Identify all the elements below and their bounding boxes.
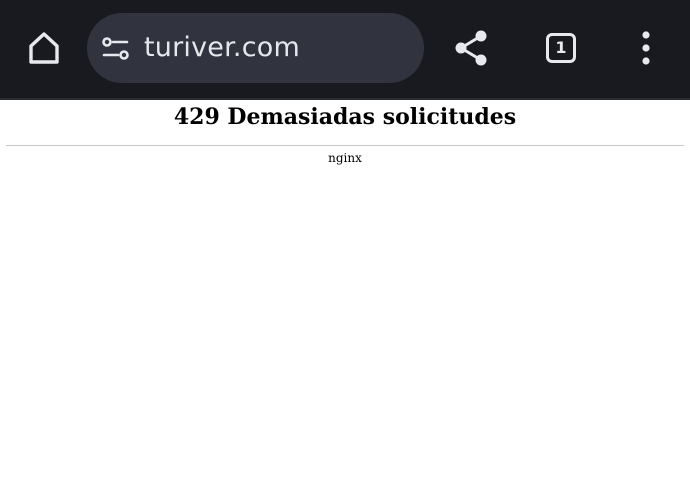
address-bar[interactable]: turiver.com: [87, 13, 424, 83]
tune-icon[interactable]: [101, 34, 131, 64]
address-bar-url[interactable]: turiver.com: [144, 13, 300, 83]
divider: [6, 145, 684, 146]
share-button[interactable]: [444, 22, 498, 74]
menu-button[interactable]: [626, 22, 666, 74]
server-name: nginx: [328, 151, 362, 165]
home-button[interactable]: [18, 22, 70, 74]
more-vert-icon: [642, 31, 650, 65]
page-content: 429 Demasiadas solicitudes nginx: [0, 100, 690, 479]
browser-toolbar: turiver.com 1: [0, 0, 690, 98]
tab-switcher-button[interactable]: 1: [535, 22, 587, 74]
home-icon: [29, 32, 59, 64]
tab-count: 1: [546, 33, 576, 63]
share-icon: [455, 30, 487, 66]
page-title: 429 Demasiadas solicitudes: [173, 104, 517, 130]
